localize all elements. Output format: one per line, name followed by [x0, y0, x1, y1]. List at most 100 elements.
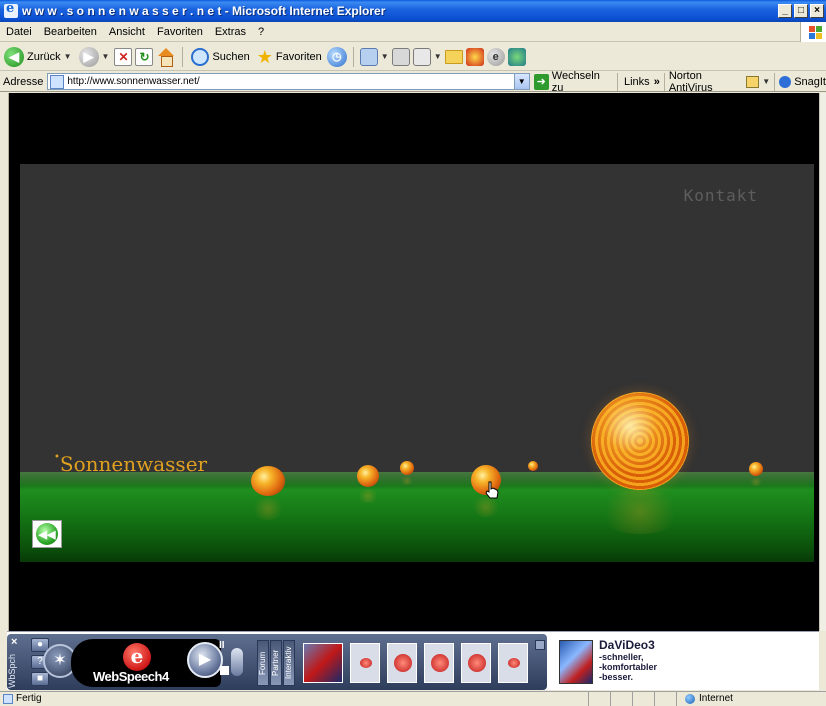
status-bar: Fertig Internet	[0, 691, 826, 706]
sun-ball[interactable]	[251, 466, 285, 496]
people-icon[interactable]	[507, 47, 526, 66]
kontakt-link[interactable]: Kontakt	[684, 186, 758, 205]
search-button[interactable]: Suchen	[189, 45, 251, 69]
stop-square-icon[interactable]	[220, 666, 229, 675]
thumbnail-item[interactable]	[303, 643, 343, 683]
status-cell	[632, 691, 654, 706]
volume-slider[interactable]	[231, 648, 243, 676]
menu-bearbeiten[interactable]: Bearbeiten	[38, 26, 103, 38]
menu-bar: Datei Bearbeiten Ansicht Favoriten Extra…	[0, 22, 826, 42]
settings-icon[interactable]: ■	[31, 672, 49, 686]
menu-ansicht[interactable]: Ansicht	[103, 26, 151, 38]
webspeech-tabs: Forum Partner Interaktiv	[257, 640, 295, 686]
tab-forum[interactable]: Forum	[257, 640, 269, 686]
logo-quad-red	[809, 26, 815, 32]
play-button[interactable]: ▶	[187, 642, 223, 678]
refresh-icon[interactable]: ↻	[135, 47, 154, 66]
menu-extras[interactable]: Extras	[209, 26, 252, 38]
webspeech-expand-icon[interactable]	[535, 640, 545, 650]
ad-line: -komfortabler	[599, 662, 658, 672]
minimize-button[interactable]: _	[778, 4, 792, 18]
history-icon[interactable]: ◷	[326, 46, 347, 67]
menu-favoriten[interactable]: Favoriten	[151, 26, 209, 38]
windows-logo-icon	[800, 22, 826, 42]
sun-reflection	[251, 498, 285, 520]
menu-datei[interactable]: Datei	[0, 26, 38, 38]
address-label: Adresse	[3, 75, 44, 88]
thumbnail-item[interactable]	[387, 643, 417, 683]
sun-ball[interactable]	[749, 462, 763, 476]
go-label: Wechseln zu	[551, 69, 600, 94]
forward-arrow-icon: ▶	[78, 46, 99, 67]
back-dropdown-icon[interactable]: ▼	[64, 52, 72, 61]
back-button[interactable]: ◀ Zurück ▼	[2, 45, 74, 69]
ie-icon	[4, 1, 18, 18]
thumbnail-item[interactable]	[498, 643, 528, 683]
flash-stage: Kontakt •Sonnenwasser ◀◀	[20, 164, 814, 562]
thumbnail-logo-icon	[468, 654, 486, 672]
sun-reflection	[471, 497, 501, 517]
sun-ball-large[interactable]	[591, 392, 689, 490]
webspeech-close-button[interactable]: ×	[11, 636, 17, 648]
tab-interaktiv[interactable]: Interaktiv	[283, 640, 295, 686]
edit-dropdown-icon[interactable]: ▼	[434, 52, 442, 61]
page-viewport: Kontakt •Sonnenwasser ◀◀	[9, 93, 819, 631]
rewind-icon: ◀◀	[36, 523, 58, 545]
maximize-button[interactable]: □	[794, 4, 808, 18]
links-label: Links	[624, 75, 650, 88]
mail-dropdown-icon[interactable]: ▼	[381, 52, 389, 61]
go-button[interactable]: ➜ Wechseln zu	[533, 69, 611, 94]
search-label: Suchen	[212, 50, 250, 63]
snagit-toolbar[interactable]: SnagIt	[774, 72, 826, 91]
sun-reflection	[596, 490, 684, 534]
webspeech-product-name: WebSpeech4	[93, 669, 169, 684]
norton-icon	[746, 75, 760, 88]
home-icon[interactable]	[156, 47, 176, 67]
thumbnail-logo-icon	[508, 658, 520, 668]
stop-icon[interactable]: ✕	[114, 47, 133, 66]
links-bar[interactable]: Links »	[617, 72, 660, 91]
close-button[interactable]: ×	[810, 4, 824, 18]
sun-ball[interactable]	[400, 461, 414, 475]
toolbar-separator	[352, 46, 354, 67]
norton-toolbar[interactable]: Norton AntiVirus ▼	[663, 69, 770, 94]
address-bar: Adresse http://www.sonnenwasser.net/ ▼ ➜…	[0, 69, 826, 94]
thumbnail-item[interactable]	[424, 643, 454, 683]
standard-toolbar: ◀ Zurück ▼ ▶ ▼ ✕ ↻ Suchen ★ Favoriten ◷ …	[0, 43, 826, 71]
address-url[interactable]: http://www.sonnenwasser.net/	[67, 76, 199, 87]
folder-icon[interactable]	[444, 49, 463, 64]
mail-icon[interactable]	[359, 47, 378, 66]
snagit-label: SnagIt	[794, 75, 826, 88]
sun-ball[interactable]	[357, 465, 379, 487]
security-zone[interactable]: Internet	[676, 691, 826, 706]
address-input[interactable]: http://www.sonnenwasser.net/ ▼	[47, 73, 530, 90]
status-cells: Internet	[588, 691, 826, 706]
thumbnail-item[interactable]	[461, 643, 491, 683]
snagit-icon	[779, 75, 792, 88]
favorites-star-icon: ★	[256, 46, 273, 67]
favorites-button[interactable]: ★ Favoriten	[255, 45, 324, 69]
forward-button[interactable]: ▶ ▼	[77, 45, 112, 69]
address-dropdown-icon[interactable]: ▼	[513, 74, 529, 89]
ad-line: -besser.	[599, 672, 634, 682]
thumbnail-item[interactable]	[350, 643, 380, 683]
links-more-icon[interactable]: »	[654, 76, 660, 88]
norton-dropdown-icon[interactable]: ▼	[762, 77, 770, 86]
status-cell	[588, 691, 610, 706]
messenger-icon[interactable]	[465, 47, 484, 66]
davideo-ad[interactable]: DaViDeo3 -schneller, -komfortabler -bess…	[559, 638, 669, 686]
research-icon[interactable]: e	[486, 47, 505, 66]
forward-dropdown-icon[interactable]: ▼	[102, 52, 110, 61]
status-cell	[654, 691, 676, 706]
thumbnail-logo-icon	[360, 658, 372, 668]
print-icon[interactable]	[391, 47, 410, 66]
webspeech-e-logo-icon: e	[123, 643, 151, 671]
sun-ball[interactable]	[528, 461, 538, 471]
vertical-scrollbar[interactable]	[819, 93, 826, 631]
menu-help[interactable]: ?	[252, 26, 270, 38]
norton-label: Norton AntiVirus	[668, 69, 713, 94]
edit-icon[interactable]	[412, 47, 431, 66]
back-nav-button[interactable]: ◀◀	[32, 520, 62, 548]
tab-partner[interactable]: Partner	[270, 640, 282, 686]
zone-label: Internet	[699, 693, 733, 704]
